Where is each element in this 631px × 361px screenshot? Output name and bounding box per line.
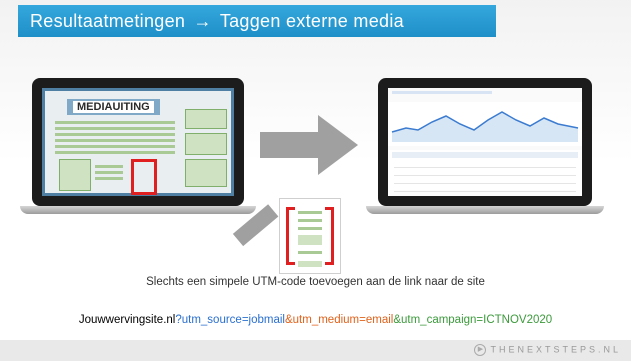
slide-title: Resultaatmetingen → Taggen externe media xyxy=(18,5,496,37)
brand-logo: ▶ THENEXTSTEPS.NL xyxy=(474,344,621,356)
arrow-right-icon xyxy=(260,132,320,158)
url-base: Jouwwervingsite.nl xyxy=(78,314,176,326)
caption-text: Slechts een simpele UTM-code toevoegen a… xyxy=(146,276,485,288)
analytics-tabs xyxy=(392,91,492,94)
analytics-line-chart xyxy=(388,102,582,146)
laptop-analytics xyxy=(366,78,604,216)
slide-canvas: Resultaatmetingen → Taggen externe media… xyxy=(0,0,631,361)
url-utm-campaign: &utm_campaign=ICTNOV2020 xyxy=(393,314,553,326)
laptop-media-mockup: MEDIAUITING xyxy=(20,78,256,216)
title-arrow-icon: → xyxy=(193,11,212,31)
arrow-right-head-icon xyxy=(318,115,358,175)
utm-url: Jouwwervingsite.nl?utm_source=jobmail&ut… xyxy=(0,314,631,326)
analytics-table xyxy=(388,150,582,196)
mockup-label: MEDIAUITING xyxy=(73,101,154,113)
brand-circle-icon: ▶ xyxy=(474,344,487,356)
utm-bracket xyxy=(131,159,157,195)
zoomed-utm-card xyxy=(279,198,341,274)
mockup-header: MEDIAUITING xyxy=(67,99,160,115)
title-part-2: Taggen externe media xyxy=(219,11,404,31)
title-part-1: Resultaatmetingen xyxy=(30,11,186,31)
url-utm-source: ?utm_source=jobmail xyxy=(175,314,285,326)
brand-text: THENEXTSTEPS.NL xyxy=(490,344,621,355)
url-utm-medium: &utm_medium=email xyxy=(284,314,394,326)
media-mockup: MEDIAUITING xyxy=(42,88,234,196)
